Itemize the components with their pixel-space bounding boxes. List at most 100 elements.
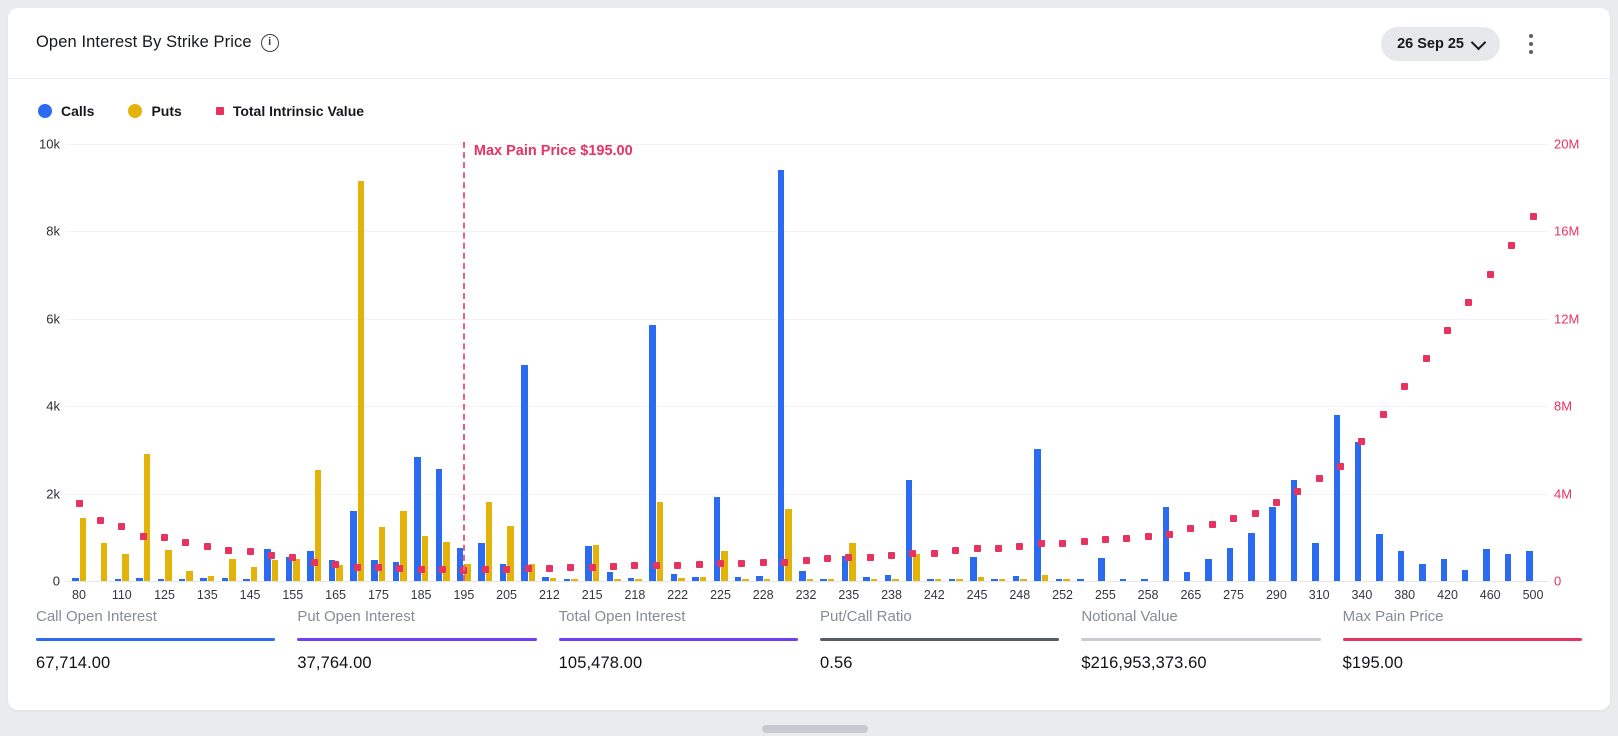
put-bar	[935, 579, 942, 581]
intrinsic-value-point	[1102, 536, 1109, 543]
intrinsic-value-point	[738, 560, 745, 567]
call-bar	[564, 579, 571, 581]
call-bar	[607, 572, 614, 581]
call-bar	[1227, 548, 1234, 581]
call-bar	[1441, 559, 1448, 581]
call-bar	[991, 579, 998, 581]
x-axis-label: 145	[228, 588, 272, 602]
call-bar	[1248, 533, 1255, 581]
call-bar	[1034, 449, 1041, 581]
put-bar	[913, 554, 920, 581]
put-bar	[571, 579, 578, 581]
call-bar	[72, 578, 79, 581]
intrinsic-value-point	[803, 557, 810, 564]
intrinsic-value-point	[1166, 531, 1173, 538]
put-bar	[208, 576, 215, 581]
call-bar	[1526, 551, 1533, 581]
intrinsic-value-point	[1316, 475, 1323, 482]
open-interest-chart[interactable]: 002k4M4k8M6k12M8k16M10k20M80110125135145…	[8, 8, 1610, 710]
put-bar	[422, 536, 429, 581]
call-bar	[1398, 551, 1405, 581]
intrinsic-value-point	[760, 559, 767, 566]
call-bar	[714, 497, 721, 581]
call-bar	[1205, 559, 1212, 581]
x-axis-label: 228	[741, 588, 785, 602]
x-axis-label: 225	[699, 588, 743, 602]
intrinsic-value-point	[311, 559, 318, 566]
x-axis-label: 255	[1083, 588, 1127, 602]
put-bar	[807, 579, 814, 581]
call-bar	[778, 170, 785, 581]
put-bar	[742, 579, 749, 581]
call-bar	[1355, 442, 1362, 581]
put-bar	[379, 527, 386, 581]
call-bar	[1077, 579, 1084, 581]
call-bar	[885, 575, 892, 581]
x-axis-label: 218	[613, 588, 657, 602]
call-bar	[863, 577, 870, 581]
intrinsic-value-point	[1294, 488, 1301, 495]
intrinsic-value-point	[354, 564, 361, 571]
stat-notional-value: Notional Value $216,953,373.60	[1081, 608, 1320, 673]
intrinsic-value-point	[931, 550, 938, 557]
call-bar	[286, 557, 293, 581]
x-axis-label: 235	[827, 588, 871, 602]
intrinsic-value-point	[118, 523, 125, 530]
intrinsic-value-point	[1209, 521, 1216, 528]
call-bar	[542, 577, 549, 581]
intrinsic-value-point	[1508, 242, 1515, 249]
x-axis-label: 185	[399, 588, 443, 602]
intrinsic-value-point	[482, 566, 489, 573]
call-bar	[179, 579, 186, 581]
call-bar	[970, 557, 977, 581]
left-axis-tick: 8k	[14, 224, 60, 239]
intrinsic-value-point	[1252, 510, 1259, 517]
intrinsic-value-point	[76, 500, 83, 507]
left-axis-tick: 0	[14, 574, 60, 589]
call-bar	[1013, 576, 1020, 581]
intrinsic-value-point	[396, 565, 403, 572]
intrinsic-value-point	[204, 543, 211, 550]
intrinsic-value-point	[589, 564, 596, 571]
call-bar	[1483, 549, 1490, 581]
call-bar	[1419, 564, 1426, 581]
gridline	[66, 406, 1548, 407]
gridline	[66, 144, 1548, 145]
right-axis-tick: 12M	[1554, 311, 1604, 326]
put-bar	[999, 579, 1006, 581]
intrinsic-value-point	[1358, 438, 1365, 445]
intrinsic-value-point	[781, 559, 788, 566]
intrinsic-value-point	[1187, 525, 1194, 532]
put-bar	[1020, 579, 1027, 581]
left-axis-tick: 4k	[14, 399, 60, 414]
intrinsic-value-point	[824, 555, 831, 562]
put-bar	[978, 577, 985, 581]
put-bar	[229, 559, 236, 581]
right-axis-tick: 20M	[1554, 137, 1604, 152]
intrinsic-value-point	[952, 547, 959, 554]
x-axis-label: 80	[57, 588, 101, 602]
intrinsic-value-point	[1530, 213, 1537, 220]
x-axis-label: 222	[656, 588, 700, 602]
intrinsic-value-point	[332, 561, 339, 568]
call-bar	[1163, 507, 1170, 581]
call-bar	[521, 365, 528, 581]
put-bar	[122, 554, 129, 581]
put-bar	[892, 579, 899, 581]
intrinsic-value-point	[845, 554, 852, 561]
x-axis-label: 155	[271, 588, 315, 602]
intrinsic-value-point	[247, 548, 254, 555]
put-bar	[614, 579, 621, 581]
call-bar	[649, 325, 656, 582]
put-bar	[80, 518, 87, 581]
x-axis-label: 275	[1212, 588, 1256, 602]
x-axis-label: 380	[1383, 588, 1427, 602]
call-bar	[1334, 415, 1341, 582]
intrinsic-value-point	[1380, 411, 1387, 418]
intrinsic-value-point	[1273, 499, 1280, 506]
horizontal-scrollbar[interactable]	[762, 725, 868, 733]
intrinsic-value-point	[610, 563, 617, 570]
stat-put-open-interest: Put Open Interest 37,764.00	[297, 608, 536, 673]
intrinsic-value-point	[567, 564, 574, 571]
stat-call-open-interest: Call Open Interest 67,714.00	[36, 608, 275, 673]
